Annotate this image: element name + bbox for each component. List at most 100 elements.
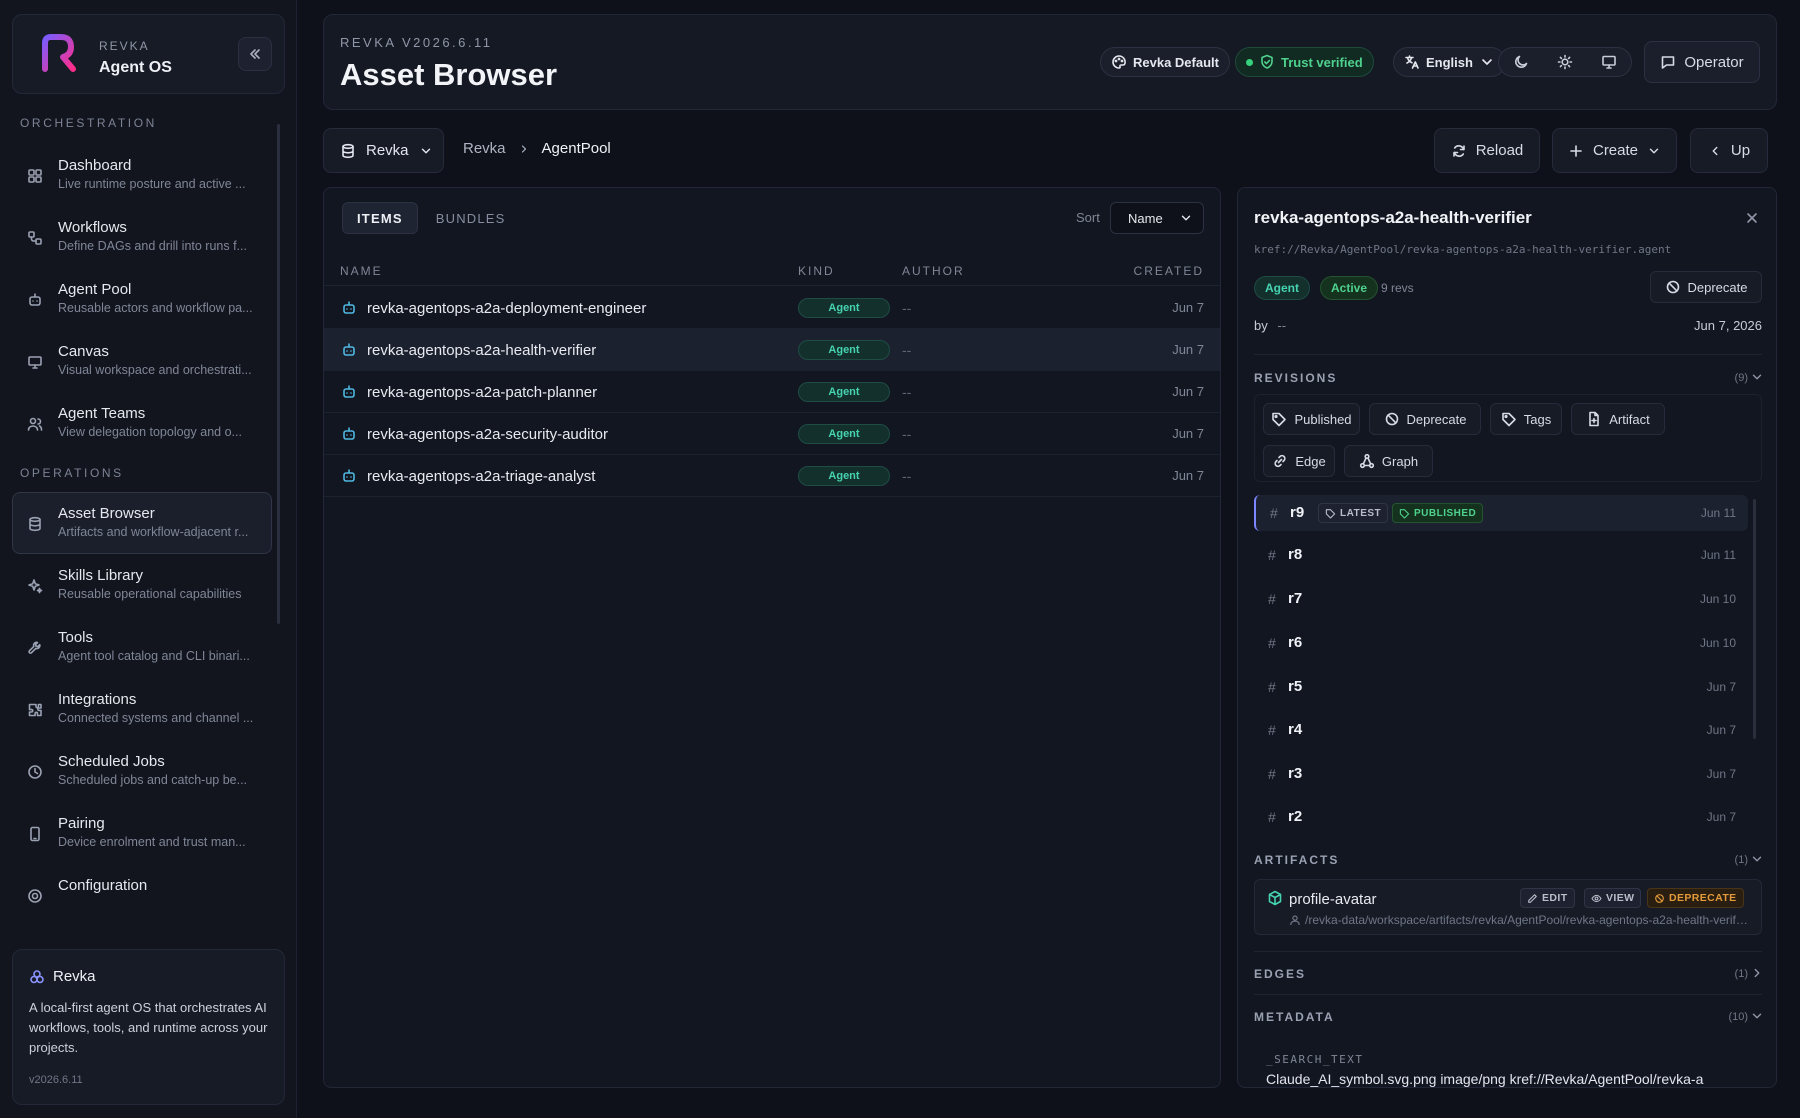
sun-icon[interactable]: [1557, 54, 1573, 70]
sidebar-item-agent-teams[interactable]: Agent Teams View delegation topology and…: [12, 392, 272, 454]
table-row[interactable]: revka-agentops-a2a-patch-planner Agent -…: [324, 371, 1220, 413]
table-row[interactable]: revka-agentops-a2a-triage-analyst Agent …: [324, 455, 1220, 497]
revision-row[interactable]: # r9 LATEST PUBLISHED Jun 11: [1254, 495, 1748, 531]
row-name: revka-agentops-a2a-health-verifier: [367, 342, 597, 359]
language-select[interactable]: English: [1393, 47, 1506, 77]
theme-mode-group: [1498, 47, 1632, 77]
trust-chip[interactable]: Trust verified: [1235, 47, 1374, 77]
bot-icon: [341, 426, 357, 442]
artifact-button[interactable]: Artifact: [1571, 403, 1665, 435]
row-created: Jun 7: [1172, 384, 1204, 399]
sidebar-item-asset-browser[interactable]: Asset Browser Artifacts and workflow-adj…: [12, 492, 272, 554]
sidebar-item-skills-library[interactable]: Skills Library Reusable operational capa…: [12, 554, 272, 616]
chevron-down-icon[interactable]: [1750, 852, 1764, 866]
bot-icon: [341, 300, 357, 316]
chevron-right-icon[interactable]: [1750, 966, 1764, 980]
graph-button[interactable]: Graph: [1344, 445, 1433, 477]
revision-row[interactable]: # r7 Jun 10: [1254, 581, 1748, 617]
column-name[interactable]: NAME: [340, 264, 383, 278]
revision-date: Jun 7: [1706, 810, 1736, 824]
table-row[interactable]: revka-agentops-a2a-health-verifier Agent…: [324, 329, 1220, 371]
sidebar-item-agent-pool[interactable]: Agent Pool Reusable actors and workflow …: [12, 268, 272, 330]
sidebar-item-subtitle: Reusable operational capabilities: [58, 587, 242, 601]
database-icon: [342, 143, 354, 158]
column-created[interactable]: CREATED: [1134, 264, 1204, 278]
published-tag-label: PUBLISHED: [1414, 507, 1477, 519]
revision-date: Jun 11: [1700, 506, 1736, 520]
revision-scrollbar[interactable]: [1753, 499, 1756, 739]
tag-icon: [1501, 412, 1516, 427]
refresh-icon: [1452, 144, 1465, 157]
moon-icon[interactable]: [1513, 54, 1529, 70]
up-label: Up: [1730, 142, 1751, 159]
table-row[interactable]: revka-agentops-a2a-security-auditor Agen…: [324, 413, 1220, 455]
create-button[interactable]: Create: [1552, 128, 1677, 173]
breadcrumb-item-revka[interactable]: Revka: [463, 140, 506, 157]
chevron-down-icon[interactable]: [1750, 1009, 1764, 1023]
artifact-card[interactable]: profile-avatar EDIT VIEW DEPRECATE /revk…: [1254, 879, 1762, 935]
sidebar-item-pairing[interactable]: Pairing Device enrolment and trust man..…: [12, 802, 272, 864]
deprecate-revision-button[interactable]: Deprecate: [1369, 403, 1481, 435]
hash-icon: #: [1268, 766, 1276, 782]
sidebar-item-workflows[interactable]: Workflows Define DAGs and drill into run…: [12, 206, 272, 268]
revka-logo: [35, 29, 83, 79]
close-icon[interactable]: [1744, 210, 1760, 226]
sidebar-item-dashboard[interactable]: Dashboard Live runtime posture and activ…: [12, 144, 272, 206]
row-created: Jun 7: [1172, 300, 1204, 315]
row-name: revka-agentops-a2a-security-auditor: [367, 426, 608, 443]
table-row[interactable]: revka-agentops-a2a-deployment-engineer A…: [324, 287, 1220, 329]
system-display-icon[interactable]: [1601, 54, 1617, 70]
reload-button[interactable]: Reload: [1434, 128, 1540, 173]
tab-items[interactable]: ITEMS: [342, 202, 418, 234]
sidebar-scrollbar[interactable]: [277, 124, 280, 624]
by-label: by: [1254, 318, 1268, 333]
row-author: --: [902, 384, 912, 400]
nav-group-operations: OPERATIONS: [20, 466, 124, 480]
sidebar-nav: ORCHESTRATION Dashboard Live runtime pos…: [0, 108, 285, 928]
view-artifact-button[interactable]: VIEW: [1584, 888, 1642, 908]
revision-row[interactable]: # r5 Jun 7: [1254, 669, 1748, 705]
revision-row[interactable]: # r3 Jun 7: [1254, 756, 1748, 792]
deprecate-artifact-button[interactable]: DEPRECATE: [1647, 888, 1744, 908]
column-author[interactable]: AUTHOR: [902, 264, 965, 278]
deprecate-button[interactable]: Deprecate: [1650, 271, 1762, 303]
latest-tag-label: LATEST: [1340, 507, 1382, 519]
chevron-down-icon[interactable]: [1750, 370, 1764, 384]
source-select[interactable]: Revka: [323, 128, 444, 173]
sidebar-item-configuration[interactable]: Configuration: [12, 864, 272, 926]
sidebar-item-subtitle: Agent tool catalog and CLI binari...: [58, 649, 250, 663]
published-label: Published: [1294, 411, 1352, 427]
operator-button[interactable]: Operator: [1644, 41, 1760, 83]
tags-button[interactable]: Tags: [1490, 403, 1562, 435]
metadata-heading[interactable]: METADATA: [1254, 1010, 1335, 1024]
revision-row[interactable]: # r2 Jun 7: [1254, 799, 1748, 829]
language-label: English: [1426, 54, 1473, 70]
revision-row[interactable]: # r6 Jun 10: [1254, 625, 1748, 661]
revision-row[interactable]: # r4 Jun 7: [1254, 712, 1748, 748]
revision-row[interactable]: # r8 Jun 11: [1254, 537, 1748, 573]
version-kicker: REVKA V2026.6.11: [340, 35, 493, 50]
sidebar-item-scheduled-jobs[interactable]: Scheduled Jobs Scheduled jobs and catch-…: [12, 740, 272, 802]
chevron-right-icon: [521, 144, 526, 153]
edges-heading[interactable]: EDGES: [1254, 967, 1306, 981]
column-kind[interactable]: KIND: [798, 264, 835, 278]
edge-button[interactable]: Edge: [1263, 445, 1335, 477]
sidebar-item-title: Agent Pool: [58, 281, 132, 298]
collapse-sidebar-button[interactable]: [238, 37, 272, 71]
artifacts-heading[interactable]: ARTIFACTS: [1254, 853, 1339, 867]
edit-artifact-button[interactable]: EDIT: [1520, 888, 1575, 908]
published-button[interactable]: Published: [1263, 403, 1360, 435]
theme-chip[interactable]: Revka Default: [1100, 47, 1230, 77]
sidebar-item-canvas[interactable]: Canvas Visual workspace and orchestrati.…: [12, 330, 272, 392]
up-button[interactable]: Up: [1690, 128, 1768, 173]
sort-select[interactable]: Name: [1110, 202, 1204, 234]
sidebar-item-integrations[interactable]: Integrations Connected systems and chann…: [12, 678, 272, 740]
sidebar-item-tools[interactable]: Tools Agent tool catalog and CLI binari.…: [12, 616, 272, 678]
sparkles-icon: [27, 578, 43, 594]
revision-number: r9: [1290, 504, 1305, 521]
breadcrumb-item-agentpool[interactable]: AgentPool: [542, 140, 611, 157]
revisions-heading[interactable]: REVISIONS: [1254, 371, 1337, 385]
sidebar-item-title: Integrations: [58, 691, 137, 708]
plus-icon: [1570, 144, 1582, 157]
tab-bundles[interactable]: BUNDLES: [422, 202, 520, 234]
